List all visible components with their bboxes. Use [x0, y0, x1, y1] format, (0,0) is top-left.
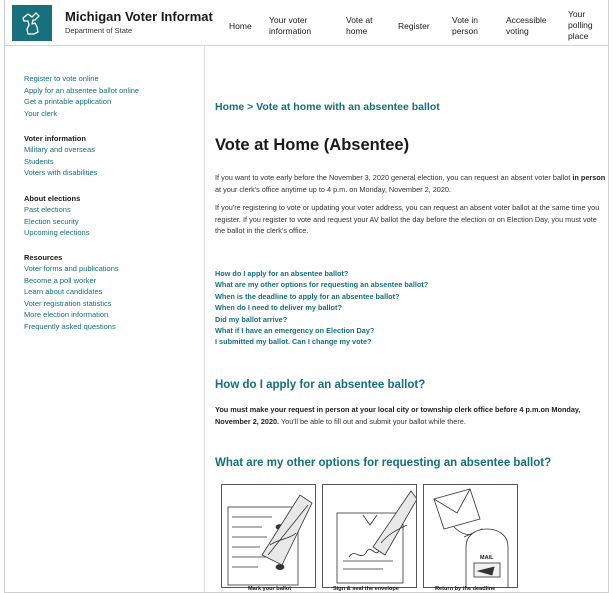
sidebar-link-election-security[interactable]: Election security	[24, 216, 89, 228]
nav-voter-information-label-1: Your voter	[269, 15, 308, 25]
sidebar-link-candidates[interactable]: Learn about candidates	[24, 286, 119, 298]
step-return-caption: Return by the deadline	[435, 586, 496, 592]
step-sign-seal-caption: Sign & seal the envelope	[333, 586, 399, 592]
nav-voter-information[interactable]: Your voter information	[269, 15, 329, 37]
faq-link-emergency[interactable]: What if I have an emergency on Election …	[215, 325, 428, 336]
sidebar-quick-links: Register to vote online Apply for an abs…	[24, 73, 139, 119]
nav-accessible-voting-label-2: voting	[506, 26, 529, 36]
registration-paragraph: If you're registering to vote or updatin…	[215, 203, 600, 235]
main-content: Home > Vote at home with an absentee bal…	[215, 46, 608, 592]
faq-link-other-options[interactable]: What are my other options for requesting…	[215, 279, 428, 290]
site-title[interactable]: Michigan Voter Informatic	[65, 9, 213, 24]
nav-vote-at-home-label-1: Vote at	[346, 15, 373, 25]
sign-seal-illustration	[322, 484, 417, 588]
sidebar-link-poll-worker[interactable]: Become a poll worker	[24, 275, 119, 287]
sidebar: Register to vote online Apply for an abs…	[5, 46, 205, 592]
nav-home-label: Home	[229, 21, 252, 31]
step-mark-ballot-caption: Mark your ballot	[248, 586, 292, 592]
nav-register[interactable]: Register	[398, 21, 430, 32]
intro-text-a: If you want to vote early before the Nov…	[215, 173, 573, 182]
how-apply-rest: You'll be able to fill out and submit yo…	[279, 416, 466, 426]
page-title: Vote at Home (Absentee)	[215, 136, 410, 154]
nav-vote-in-person-label-1: Vote in	[452, 15, 478, 25]
sidebar-link-voters-disabilities[interactable]: Voters with disabilities	[24, 167, 97, 179]
sidebar-link-upcoming-elections[interactable]: Upcoming elections	[24, 227, 89, 239]
nav-voter-information-label-2: information	[269, 26, 312, 36]
section-heading-how-apply: How do I apply for an absentee ballot?	[215, 379, 426, 391]
sidebar-heading-resources: Resources	[24, 253, 63, 262]
sidebar-link-voter-forms[interactable]: Voter forms and publications	[24, 263, 119, 275]
nav-vote-in-person[interactable]: Vote in person	[452, 15, 488, 37]
how-apply-paragraph: You must make your request in person at …	[215, 404, 608, 427]
breadcrumb[interactable]: Home > Vote at home with an absentee bal…	[215, 101, 440, 113]
faq-link-arrive[interactable]: Did my ballot arrive?	[215, 314, 428, 325]
sidebar-link-register-online[interactable]: Register to vote online	[24, 73, 139, 85]
nav-vote-at-home[interactable]: Vote at home	[346, 15, 386, 37]
intro-text-c: at your clerk's office anytime up to 4 p…	[215, 184, 451, 194]
sidebar-link-your-clerk[interactable]: Your clerk	[24, 108, 139, 120]
sidebar-link-past-elections[interactable]: Past elections	[24, 204, 89, 216]
nav-accessible-voting-label-1: Accessible	[506, 15, 547, 25]
intro-text-bold: in person	[572, 173, 606, 182]
faq-link-how-apply[interactable]: How do I apply for an absentee ballot?	[215, 268, 428, 279]
sidebar-resources: Resources Voter forms and publications B…	[24, 252, 119, 332]
sidebar-link-more-election-info[interactable]: More election information	[24, 309, 119, 321]
sidebar-link-faq[interactable]: Frequently asked questions	[24, 321, 119, 333]
sidebar-heading-voter-information: Voter information	[24, 134, 86, 143]
faq-link-deadline[interactable]: When is the deadline to apply for an abs…	[215, 291, 428, 302]
sidebar-link-printable-application[interactable]: Get a printable application	[24, 96, 139, 108]
faq-link-deliver[interactable]: When do I need to deliver my ballot?	[215, 302, 428, 313]
intro-paragraph: If you want to vote early before the Nov…	[215, 172, 608, 195]
faq-link-change-vote[interactable]: I submitted my ballot. Can I change my v…	[215, 336, 428, 347]
sidebar-link-military-overseas[interactable]: Military and overseas	[24, 144, 97, 156]
nav-vote-at-home-label-2: home	[346, 26, 368, 36]
nav-home[interactable]: Home	[229, 21, 252, 32]
michigan-logo-icon[interactable]	[12, 5, 52, 41]
nav-polling-place[interactable]: Your polling place	[568, 9, 608, 42]
nav-polling-place-label-2: polling	[568, 20, 593, 30]
browser-page: Michigan Voter Informatic Department of …	[4, 0, 609, 593]
mark-ballot-illustration	[221, 484, 316, 588]
sidebar-link-apply-absentee[interactable]: Apply for an absentee ballot online	[24, 85, 139, 97]
section-heading-other-options: What are my other options for requesting…	[215, 457, 552, 469]
sidebar-heading-about-elections: About elections	[24, 194, 81, 203]
nav-vote-in-person-label-2: person	[452, 26, 478, 36]
sidebar-link-registration-statistics[interactable]: Voter registration statistics	[24, 298, 119, 310]
site-subtitle: Department of State	[65, 26, 133, 35]
mailbox-label: MAIL	[480, 555, 494, 561]
nav-polling-place-label-1: Your	[568, 9, 586, 19]
sidebar-about-elections: About elections Past elections Election …	[24, 193, 89, 239]
site-header: Michigan Voter Informatic Department of …	[5, 0, 608, 46]
nav-register-label: Register	[398, 21, 430, 31]
return-deadline-illustration: MAIL	[423, 484, 518, 588]
nav-accessible-voting[interactable]: Accessible voting	[506, 15, 556, 37]
sidebar-link-students[interactable]: Students	[24, 156, 97, 168]
faq-link-list: How do I apply for an absentee ballot? W…	[215, 268, 428, 348]
sidebar-voter-information: Voter information Military and overseas …	[24, 133, 97, 179]
nav-polling-place-label-3: place	[568, 31, 589, 41]
